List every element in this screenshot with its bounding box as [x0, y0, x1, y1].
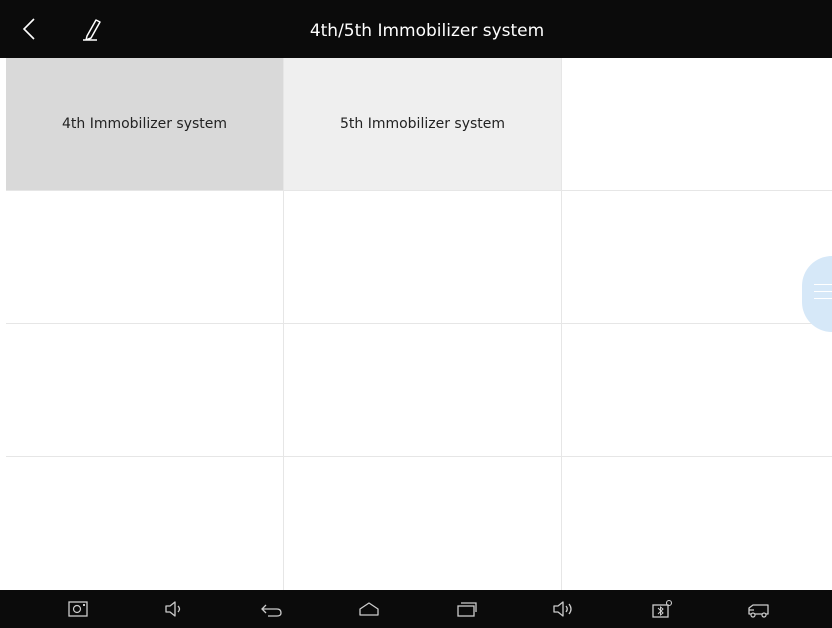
recent-apps-icon[interactable] [456, 599, 478, 619]
system-nav-bar [0, 590, 832, 628]
bluetooth-vci-icon[interactable] [651, 599, 673, 619]
home-icon[interactable] [358, 599, 380, 619]
empty-cell [562, 58, 832, 191]
empty-cell [562, 191, 832, 324]
volume-down-icon[interactable] [163, 599, 185, 619]
empty-cell [6, 191, 284, 324]
page-title: 4th/5th Immobilizer system [309, 21, 545, 41]
empty-cell [284, 191, 562, 324]
screenshot-icon[interactable] [67, 599, 89, 619]
empty-cell [562, 324, 832, 457]
empty-cell [284, 324, 562, 457]
truck-icon[interactable] [748, 599, 770, 619]
empty-cell [562, 457, 832, 590]
title-bar: 4th/5th Immobilizer system [0, 0, 832, 58]
menu-item-4th-immobilizer[interactable]: 4th Immobilizer system [6, 58, 284, 191]
empty-cell [284, 457, 562, 590]
back-icon[interactable] [260, 599, 282, 619]
volume-up-icon[interactable] [552, 599, 574, 619]
empty-cell [6, 324, 284, 457]
function-grid: 4th Immobilizer system 5th Immobilizer s… [6, 58, 832, 590]
empty-cell [6, 457, 284, 590]
menu-item-5th-immobilizer[interactable]: 5th Immobilizer system [284, 58, 562, 191]
